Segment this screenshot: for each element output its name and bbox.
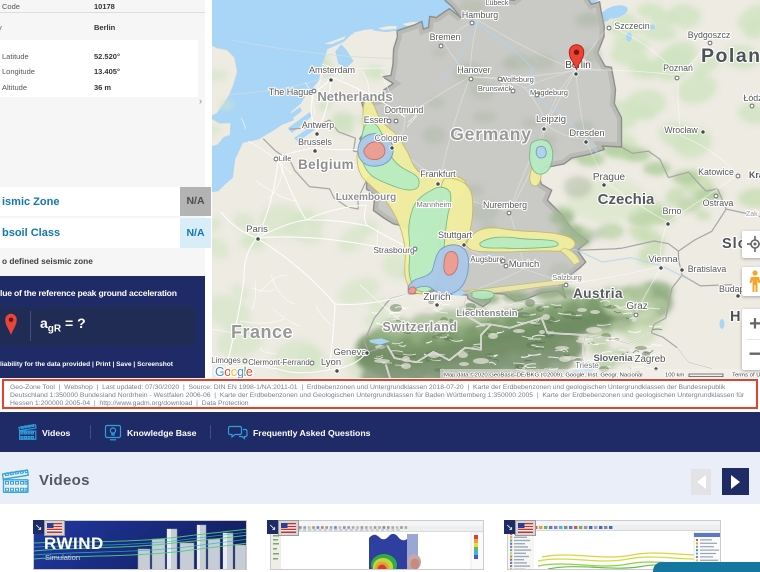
svg-text:100 km: 100 km [665,373,684,379]
svg-text:Cologne: Cologne [375,133,408,143]
svg-text:Łódź: Łódź [743,93,760,103]
svg-text:Lübeck: Lübeck [486,0,509,7]
svg-text:Simulation: Simulation [45,553,80,562]
svg-text:Nuremberg: Nuremberg [483,200,527,210]
svg-text:Google: Google [215,365,253,378]
svg-text:Lyon: Lyon [321,357,341,368]
svg-text:Paris: Paris [246,224,268,235]
svg-text:Trieste: Trieste [575,361,599,370]
svg-text:Brno: Brno [662,206,681,216]
svg-text:Szczecin: Szczecin [614,21,649,31]
svg-text:Bratislava: Bratislava [688,264,727,274]
svg-text:Slovenia: Slovenia [593,353,633,364]
svg-text:Prague: Prague [593,172,626,183]
svg-text:Limoges: Limoges [212,356,241,365]
svg-text:Germany: Germany [450,124,531,144]
svg-text:Ostrava: Ostrava [703,198,734,208]
svg-text:Bremen: Bremen [430,32,461,42]
svg-text:RWIND: RWIND [44,534,104,553]
svg-text:Netherlands: Netherlands [317,89,392,104]
svg-text:Essen: Essen [364,115,389,125]
svg-text:Czechia: Czechia [598,191,655,208]
svg-text:Augsburg: Augsburg [470,255,503,264]
svg-text:France: France [231,322,293,342]
svg-text:Amsterdam: Amsterdam [309,65,355,75]
svg-text:Wrocław: Wrocław [664,125,698,135]
svg-text:Salzburg: Salzburg [552,273,582,282]
svg-text:Austria: Austria [573,286,623,301]
svg-text:Dresden: Dresden [569,128,604,138]
svg-text:Lille: Lille [279,156,292,163]
svg-text:Hamburg: Hamburg [462,10,498,20]
svg-text:Graz: Graz [626,301,647,312]
svg-text:Hanover: Hanover [457,65,490,75]
svg-text:Dortmund: Dortmund [385,105,424,115]
svg-text:Zagreb: Zagreb [634,354,666,365]
svg-text:Zurich: Zurich [423,292,450,303]
svg-text:Wolfsburg: Wolfsburg [500,75,534,84]
svg-text:Bydgoszcz: Bydgoszcz [688,30,731,40]
svg-text:Switzerland: Switzerland [383,320,458,334]
svg-text:Kraków: Kraków [749,170,760,180]
svg-text:Mannheim: Mannheim [416,200,451,209]
svg-text:Munich: Munich [509,259,540,270]
svg-text:The Hague: The Hague [269,87,314,97]
svg-text:Antwerp: Antwerp [302,120,334,130]
svg-text:Luxembourg: Luxembourg [336,192,397,203]
svg-text:Vienna: Vienna [648,254,678,265]
svg-text:Map data ©2020 GeoBasis-DE/BKG: Map data ©2020 GeoBasis-DE/BKG (©2009), … [444,372,643,379]
svg-text:Katowice: Katowice [698,167,734,177]
svg-text:Liechtenstein: Liechtenstein [456,308,517,319]
svg-text:Leipzig: Leipzig [536,114,566,125]
svg-text:Brunswick: Brunswick [478,84,512,93]
svg-text:Zak: Zak [746,211,758,218]
svg-text:Brussels: Brussels [298,137,332,147]
svg-text:Belgium: Belgium [298,157,354,172]
svg-text:Poznań: Poznań [663,63,693,73]
svg-text:Frankfurt: Frankfurt [420,169,456,179]
svg-text:Stuttgart: Stuttgart [438,230,473,240]
svg-text:Terms of Use: Terms of Use [732,373,760,379]
svg-text:Strasbourg: Strasbourg [373,245,415,255]
svg-text:Poland: Poland [701,45,760,67]
svg-text:Clermont-Ferrand: Clermont-Ferrand [248,358,310,367]
